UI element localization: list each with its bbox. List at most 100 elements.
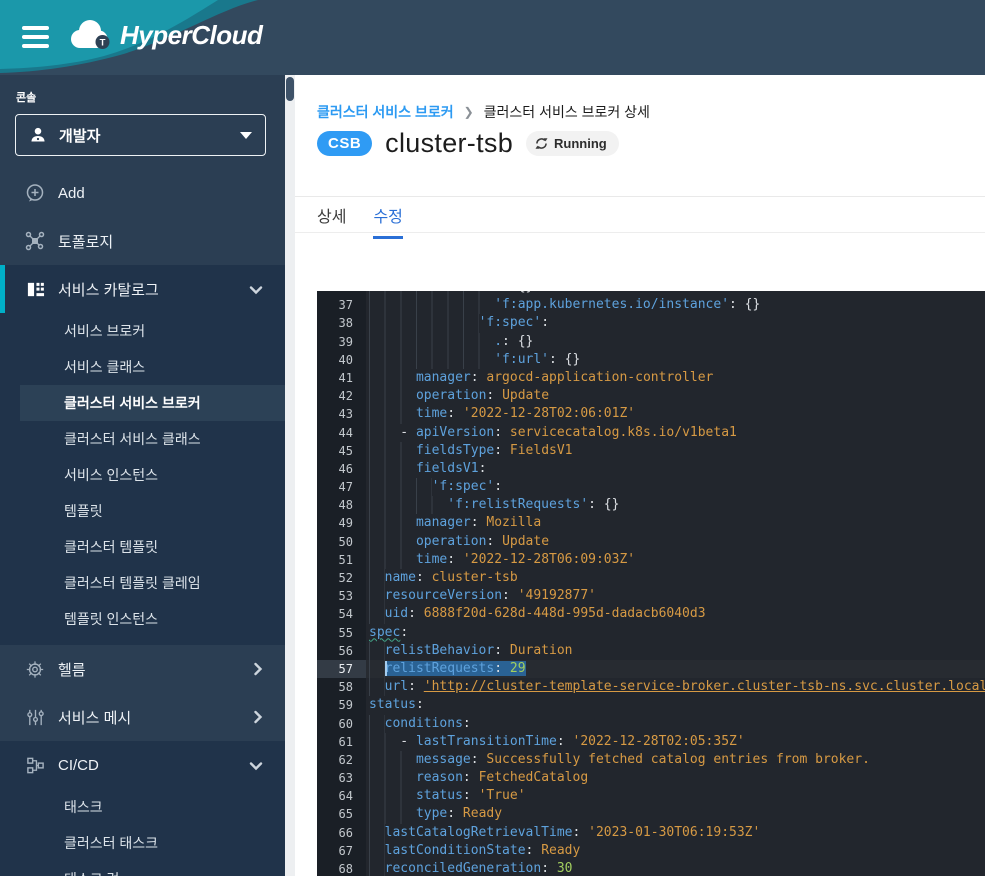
sidebar-subitem-2-0[interactable]: 서비스 브로커 — [0, 313, 285, 349]
editor-line-38[interactable]: 38'f:spec': — [317, 314, 985, 332]
svg-text:T: T — [100, 38, 106, 49]
chevron-down-icon — [249, 282, 263, 299]
sidebar-subitem-5-1[interactable]: 클러스터 태스크 — [0, 825, 285, 861]
line-number: 67 — [317, 842, 366, 860]
yaml-editor[interactable]: 36.: {}37'f:app.kubernetes.io/instance':… — [317, 291, 985, 876]
line-number: 48 — [317, 496, 366, 514]
line-number: 68 — [317, 860, 366, 876]
editor-line-39[interactable]: 39.: {} — [317, 333, 985, 351]
editor-line-49[interactable]: 49manager: Mozilla — [317, 514, 985, 532]
tab-bar: 상세 수정 — [317, 203, 403, 239]
editor-line-66[interactable]: 66lastCatalogRetrievalTime: '2023-01-30T… — [317, 824, 985, 842]
sidebar-nav: Add토폴로지서비스 카탈로그서비스 브로커서비스 클래스클러스터 서비스 브로… — [0, 169, 285, 876]
status-badge: Running — [526, 131, 619, 156]
sidebar-subitem-2-5[interactable]: 템플릿 — [0, 493, 285, 529]
editor-line-68[interactable]: 68reconciledGeneration: 30 — [317, 860, 985, 876]
breadcrumb-link[interactable]: 클러스터 서비스 브로커 — [317, 102, 454, 122]
editor-line-56[interactable]: 56relistBehavior: Duration — [317, 642, 985, 660]
editor-line-57[interactable]: 57relistRequests: 29 — [317, 660, 985, 678]
scrollbar-thumb[interactable] — [286, 77, 294, 101]
sidebar-subitem-2-3[interactable]: 클러스터 서비스 클래스 — [0, 421, 285, 457]
topology-icon — [25, 231, 45, 251]
sidebar-item-2[interactable]: 서비스 카탈로그 — [0, 265, 285, 313]
brand-name: HyperCloud — [120, 20, 262, 51]
resource-kind-badge: CSB — [317, 131, 372, 156]
tab-edit[interactable]: 수정 — [373, 203, 402, 239]
sidebar-subitem-5-0[interactable]: 태스크 — [0, 789, 285, 825]
editor-line-54[interactable]: 54uid: 6888f20d-628d-448d-995d-dadacb604… — [317, 605, 985, 623]
editor-line-53[interactable]: 53resourceVersion: '49192877' — [317, 587, 985, 605]
line-number: 58 — [317, 678, 366, 696]
mesh-icon — [25, 707, 45, 727]
sidebar-item-1[interactable]: 토폴로지 — [0, 217, 285, 265]
sidebar-item-0[interactable]: Add — [0, 169, 285, 217]
editor-line-45[interactable]: 45fieldsType: FieldsV1 — [317, 442, 985, 460]
divider — [295, 232, 985, 233]
chevron-right-icon — [253, 662, 263, 680]
chevron-down-icon — [249, 758, 263, 775]
sidebar-item-4[interactable]: 서비스 메시 — [0, 693, 285, 741]
status-label: Running — [554, 136, 607, 151]
perspective-dropdown[interactable]: 개발자 — [15, 114, 266, 156]
line-number: 52 — [317, 569, 366, 587]
scrollbar-track — [285, 75, 295, 876]
helm-icon — [25, 659, 45, 679]
editor-line-46[interactable]: 46fieldsV1: — [317, 460, 985, 478]
editor-line-37[interactable]: 37'f:app.kubernetes.io/instance': {} — [317, 296, 985, 314]
editor-line-60[interactable]: 60conditions: — [317, 715, 985, 733]
catalog-icon — [25, 279, 45, 299]
line-number: 59 — [317, 696, 366, 714]
console-label: 콘솔 — [16, 89, 285, 105]
sidebar-item-5[interactable]: CI/CD — [0, 741, 285, 789]
add-circle-icon — [25, 183, 45, 203]
editor-line-52[interactable]: 52name: cluster-tsb — [317, 569, 985, 587]
editor-line-58[interactable]: 58url: 'http://cluster-template-service-… — [317, 678, 985, 696]
text-cursor — [385, 661, 387, 676]
editor-line-47[interactable]: 47'f:spec': — [317, 478, 985, 496]
sidebar-subitem-5-2[interactable]: 태스크 런 — [0, 861, 285, 876]
main-content: 클러스터 서비스 브로커 ❯ 클러스터 서비스 브로커 상세 CSB clust… — [295, 75, 985, 876]
breadcrumb-separator-icon: ❯ — [464, 105, 474, 119]
sidebar-subitem-2-1[interactable]: 서비스 클래스 — [0, 349, 285, 385]
breadcrumb: 클러스터 서비스 브로커 ❯ 클러스터 서비스 브로커 상세 — [317, 102, 650, 122]
editor-line-44[interactable]: 44- apiVersion: servicecatalog.k8s.io/v1… — [317, 424, 985, 442]
sidebar-subitem-2-2[interactable]: 클러스터 서비스 브로커 — [20, 385, 285, 421]
editor-line-40[interactable]: 40'f:url': {} — [317, 351, 985, 369]
sidebar-subitem-2-7[interactable]: 클러스터 템플릿 클레임 — [0, 565, 285, 601]
editor-line-67[interactable]: 67lastConditionState: Ready — [317, 842, 985, 860]
editor-line-42[interactable]: 42operation: Update — [317, 387, 985, 405]
sidebar-subitem-2-6[interactable]: 클러스터 템플릿 — [0, 529, 285, 565]
editor-line-41[interactable]: 41manager: argocd-application-controller — [317, 369, 985, 387]
editor-line-62[interactable]: 62message: Successfully fetched catalog … — [317, 751, 985, 769]
editor-line-59[interactable]: 59status: — [317, 696, 985, 714]
chevron-right-icon — [253, 710, 263, 728]
editor-line-55[interactable]: 55spec: — [317, 624, 985, 642]
sidebar-subitem-2-8[interactable]: 템플릿 인스턴스 — [0, 601, 285, 637]
sidebar: 콘솔 개발자 Add토폴로지서비스 카탈로그서비스 브로커서비스 클래스클러스터… — [0, 75, 285, 876]
sidebar-item-label: CI/CD — [58, 757, 99, 774]
title-row: CSB cluster-tsb Running — [317, 128, 619, 159]
editor-line-51[interactable]: 51time: '2022-12-28T06:09:03Z' — [317, 551, 985, 569]
editor-line-48[interactable]: 48'f:relistRequests': {} — [317, 496, 985, 514]
sidebar-subitem-2-4[interactable]: 서비스 인스턴스 — [0, 457, 285, 493]
editor-line-63[interactable]: 63reason: FetchedCatalog — [317, 769, 985, 787]
sidebar-item-3[interactable]: 헬름 — [0, 645, 285, 693]
developer-person-icon — [29, 126, 47, 144]
sync-icon — [535, 137, 548, 150]
sidebar-item-label: 서비스 메시 — [58, 707, 131, 728]
tab-details[interactable]: 상세 — [317, 203, 346, 239]
line-number: 37 — [317, 296, 366, 314]
editor-line-61[interactable]: 61- lastTransitionTime: '2022-12-28T02:0… — [317, 733, 985, 751]
editor-line-43[interactable]: 43time: '2022-12-28T02:06:01Z' — [317, 405, 985, 423]
line-number: 66 — [317, 824, 366, 842]
line-number: 40 — [317, 351, 366, 369]
editor-line-64[interactable]: 64status: 'True' — [317, 787, 985, 805]
brand-logo[interactable]: T HyperCloud — [66, 18, 262, 52]
divider — [295, 196, 985, 197]
editor-line-50[interactable]: 50operation: Update — [317, 533, 985, 551]
masthead: T HyperCloud — [0, 0, 985, 75]
editor-line-65[interactable]: 65type: Ready — [317, 805, 985, 823]
perspective-value: 개발자 — [59, 125, 100, 146]
breadcrumb-current: 클러스터 서비스 브로커 상세 — [484, 102, 650, 122]
hamburger-menu-icon[interactable] — [22, 26, 49, 48]
